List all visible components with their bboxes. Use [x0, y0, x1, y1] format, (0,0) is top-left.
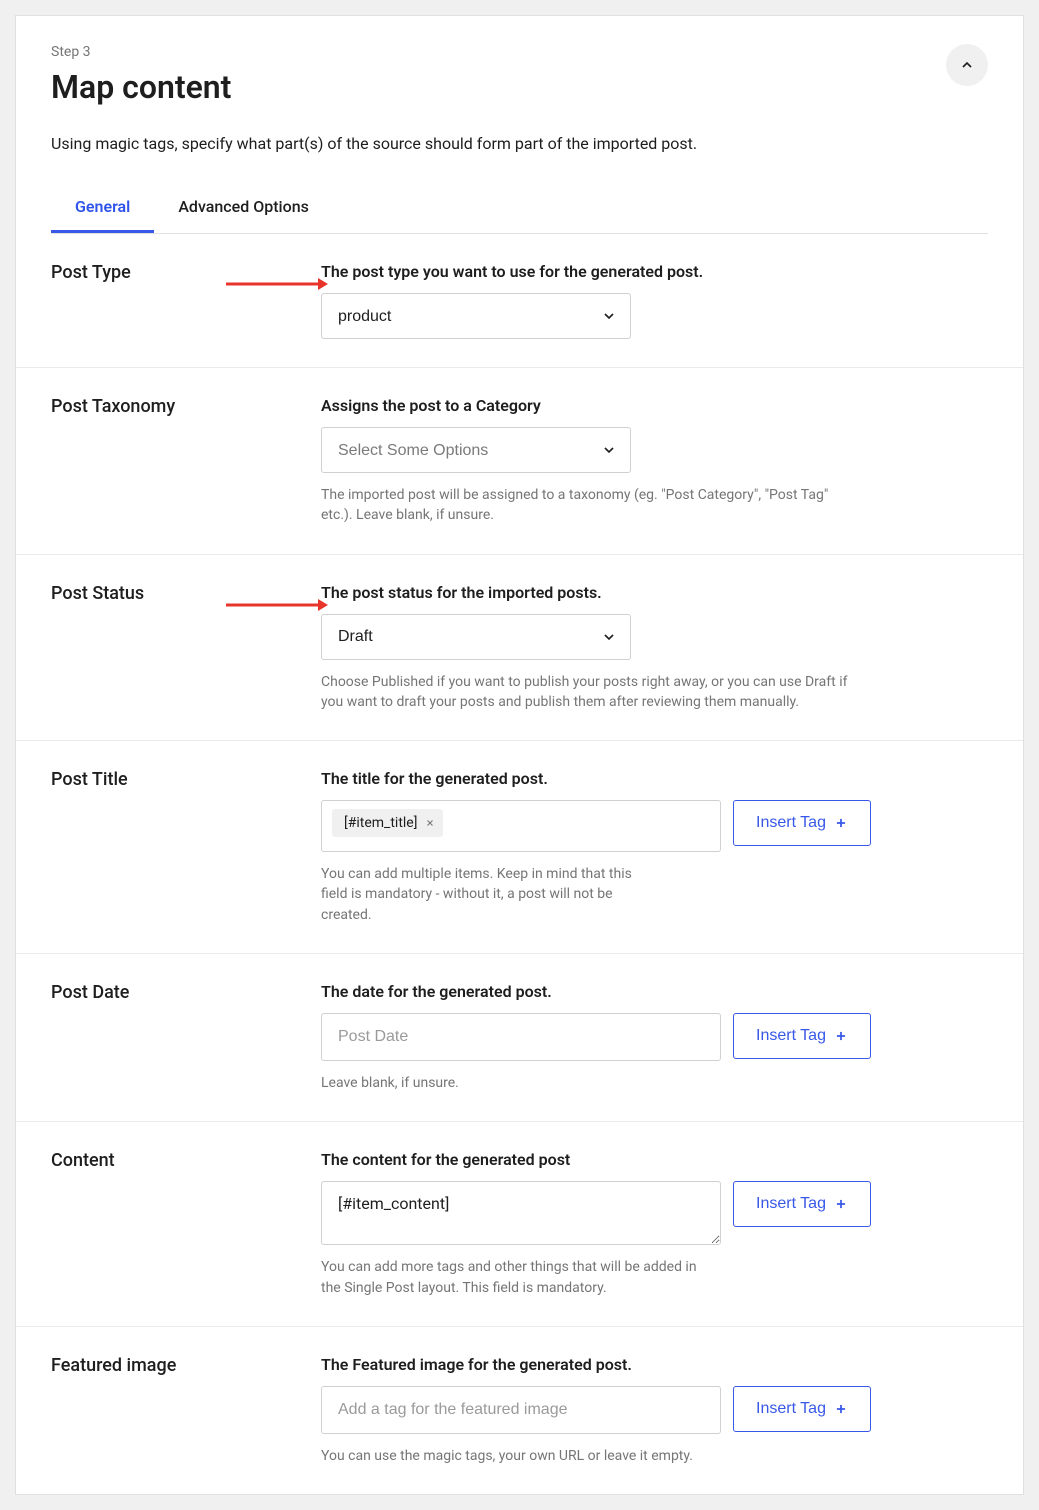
tabs: General Advanced Options [51, 183, 988, 234]
help-text: You can add more tags and other things t… [321, 1257, 711, 1298]
button-label: Insert Tag [756, 814, 826, 832]
section-label: Content [51, 1150, 301, 1298]
help-text: You can add multiple items. Keep in mind… [321, 864, 661, 925]
section-content: The content for the generated post [#ite… [321, 1150, 988, 1298]
map-content-card: Step 3 Map content Using magic tags, spe… [15, 15, 1024, 1495]
card-header: Step 3 Map content Using magic tags, spe… [16, 16, 1023, 234]
plus-icon [834, 1197, 848, 1211]
section-post-status: Post Status The post status for the impo… [16, 555, 1023, 742]
help-text: Leave blank, if unsure. [321, 1073, 861, 1093]
section-content: The title for the generated post. [#item… [321, 769, 988, 925]
close-icon [425, 818, 435, 828]
help-text: Choose Published if you want to publish … [321, 672, 861, 713]
field-label: The title for the generated post. [321, 769, 988, 788]
tag-chip-label: [#item_title] [344, 815, 417, 831]
field-label: The post type you want to use for the ge… [321, 262, 988, 281]
section-label: Post Taxonomy [51, 396, 301, 526]
button-label: Insert Tag [756, 1195, 826, 1213]
section-content: The date for the generated post. Insert … [321, 982, 988, 1093]
button-label: Insert Tag [756, 1400, 826, 1418]
section-content: The Featured image for the generated pos… [321, 1355, 988, 1466]
post-type-select[interactable]: product [321, 293, 631, 339]
help-text: The imported post will be assigned to a … [321, 485, 861, 526]
plus-icon [834, 816, 848, 830]
step-label: Step 3 [51, 44, 988, 60]
insert-tag-button[interactable]: Insert Tag [733, 800, 871, 846]
section-content: The post status for the imported posts. … [321, 583, 988, 713]
step-description: Using magic tags, specify what part(s) o… [51, 134, 988, 153]
insert-tag-button[interactable]: Insert Tag [733, 1013, 871, 1059]
post-title-input[interactable]: [#item_title] [321, 800, 721, 852]
button-label: Insert Tag [756, 1027, 826, 1045]
input-row: Insert Tag [321, 1386, 988, 1434]
tab-advanced-options[interactable]: Advanced Options [154, 183, 333, 233]
input-row: [#item_title] Insert Tag [321, 800, 988, 852]
arrow-indicator-icon [226, 597, 328, 613]
field-label: The date for the generated post. [321, 982, 988, 1001]
select-wrapper: Select Some Options [321, 427, 631, 473]
collapse-button[interactable] [946, 44, 988, 86]
section-content: The post type you want to use for the ge… [321, 262, 988, 339]
section-label: Post Title [51, 769, 301, 925]
section-featured-image: Featured image The Featured image for th… [16, 1327, 1023, 1494]
field-label: The Featured image for the generated pos… [321, 1355, 988, 1374]
input-row: [#item_content] Insert Tag [321, 1181, 988, 1245]
plus-icon [834, 1029, 848, 1043]
select-wrapper: product [321, 293, 631, 339]
page-title: Map content [51, 68, 988, 106]
featured-image-input[interactable] [321, 1386, 721, 1434]
chevron-up-icon [959, 57, 975, 73]
post-taxonomy-select[interactable]: Select Some Options [321, 427, 631, 473]
field-label: Assigns the post to a Category [321, 396, 988, 415]
tab-general[interactable]: General [51, 183, 154, 233]
tag-remove-button[interactable] [425, 818, 435, 828]
section-label: Featured image [51, 1355, 301, 1466]
section-post-date: Post Date The date for the generated pos… [16, 954, 1023, 1122]
arrow-indicator-icon [226, 276, 328, 292]
section-post-taxonomy: Post Taxonomy Assigns the post to a Cate… [16, 368, 1023, 555]
section-post-type: Post Type The post type you want to use … [16, 234, 1023, 368]
section-content: Assigns the post to a Category Select So… [321, 396, 988, 526]
insert-tag-button[interactable]: Insert Tag [733, 1181, 871, 1227]
content-input[interactable]: [#item_content] [321, 1181, 721, 1245]
section-label: Post Date [51, 982, 301, 1093]
help-text: You can use the magic tags, your own URL… [321, 1446, 861, 1466]
field-label: The post status for the imported posts. [321, 583, 988, 602]
section-label: Post Type [51, 262, 301, 339]
section-content-field: Content The content for the generated po… [16, 1122, 1023, 1327]
insert-tag-button[interactable]: Insert Tag [733, 1386, 871, 1432]
select-wrapper: Draft [321, 614, 631, 660]
tag-chip: [#item_title] [332, 809, 443, 837]
post-status-select[interactable]: Draft [321, 614, 631, 660]
input-row: Insert Tag [321, 1013, 988, 1061]
post-date-input[interactable] [321, 1013, 721, 1061]
plus-icon [834, 1402, 848, 1416]
field-label: The content for the generated post [321, 1150, 988, 1169]
section-post-title: Post Title The title for the generated p… [16, 741, 1023, 954]
